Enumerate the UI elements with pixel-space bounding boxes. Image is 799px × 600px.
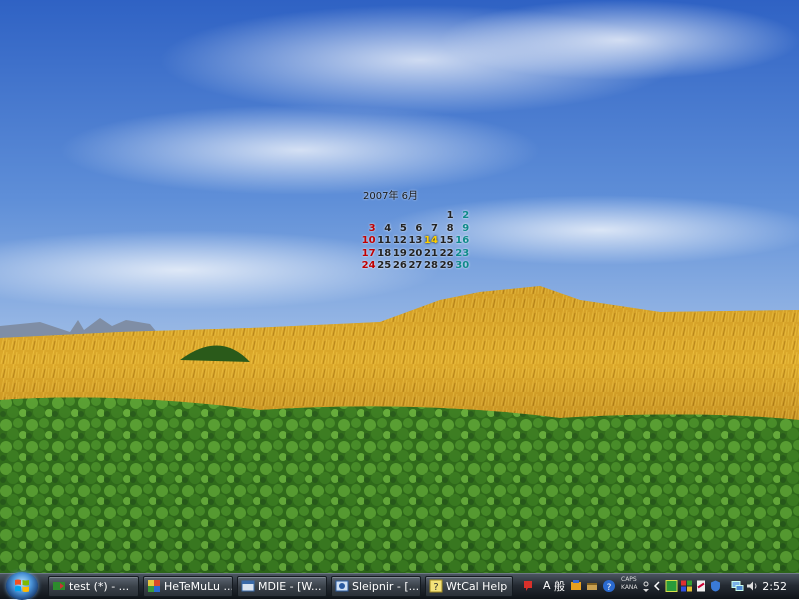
system-tray: A 般 ? CAPS KANA 2:52 (519, 575, 799, 599)
kana-label: KANA (621, 584, 638, 591)
calendar-day: 13 (408, 235, 423, 246)
task-label: test (*) - ... (69, 580, 130, 593)
calendar-day: 8 (446, 222, 454, 234)
taskbar-button-wtcal-help[interactable]: ? WtCal Help (425, 576, 513, 597)
calendar-day: 4 (384, 222, 392, 234)
calendar-day: 3 (368, 222, 376, 234)
calendar-day (422, 210, 438, 223)
security-shield-icon[interactable] (710, 579, 721, 593)
calendar-week-row: 10 11 12 13 14 15 16 (360, 235, 469, 248)
calendar-day: 19 (392, 247, 407, 259)
sleipnir-icon (335, 580, 349, 592)
taskbar-button-mdie[interactable]: MDIE - [W... (237, 576, 327, 597)
calendar-day: 5 (399, 222, 407, 234)
calendar-day (376, 210, 392, 223)
ime-tool-icon[interactable] (585, 579, 599, 593)
calendar-day: 22 (439, 247, 454, 259)
calendar-week-row: 12 (360, 210, 470, 223)
calendar-title: 2007年 6月 (363, 191, 418, 202)
task-label: MDIE - [W... (258, 580, 322, 593)
editor-icon (53, 582, 65, 590)
calendar-day: 25 (377, 260, 392, 271)
document-app-icon[interactable] (695, 579, 707, 593)
ime-dictionary-icon[interactable] (569, 579, 583, 593)
calendar-week-row: 3456789 (360, 222, 470, 236)
calendar-day: 14 (424, 235, 438, 246)
calendar-day: 7 (431, 222, 438, 234)
calendar-day: 18 (377, 247, 392, 259)
help-icon: ? (429, 579, 443, 593)
taskbar-button-sleipnir[interactable]: Sleipnir - [... (331, 576, 421, 597)
calendar-day: 10 (361, 235, 376, 246)
calendar-day: 1 (446, 210, 454, 221)
ime-options-icon[interactable] (641, 579, 651, 593)
calendar-day: 28 (424, 260, 438, 271)
clock[interactable]: 2:52 (762, 580, 787, 593)
task-label: WtCal Help (446, 580, 508, 593)
calendar-day: 12 (392, 235, 407, 246)
taskbar: test (*) - ... HeTeMuLu ... MDIE - [W... (0, 572, 799, 600)
calendar-day: 21 (424, 247, 438, 259)
calendar-day: 16 (455, 235, 470, 246)
calendar-day: 9 (462, 222, 470, 234)
calendar-day: 26 (392, 260, 407, 271)
calendar-day: 30 (455, 260, 470, 271)
chevron-left-icon[interactable] (653, 579, 661, 593)
calendar-day: 6 (415, 222, 423, 234)
monitor-app-icon[interactable] (665, 579, 678, 593)
calendar-day: 23 (455, 247, 470, 259)
ime-help-icon[interactable]: ? (602, 579, 616, 593)
network-icon[interactable] (731, 579, 744, 593)
mdie-icon (241, 580, 255, 592)
calendar-day: 11 (377, 235, 392, 246)
calendar-day: 2 (462, 210, 470, 221)
calendar-day (391, 210, 407, 223)
start-button[interactable] (6, 572, 38, 600)
desktop-wallpaper (0, 0, 799, 573)
taskbar-button-test[interactable]: test (*) - ... (48, 576, 139, 597)
svg-text:?: ? (607, 583, 612, 593)
svg-text:?: ? (433, 582, 438, 593)
ime-kanji-indicator[interactable]: 般 (554, 578, 565, 594)
windows-logo-icon (15, 579, 29, 592)
calendar-day (360, 210, 376, 223)
calendar-day (407, 210, 423, 223)
color-grid-icon[interactable] (680, 579, 693, 593)
ime-mode-indicator[interactable]: A (543, 579, 551, 592)
calendar-day: 24 (361, 260, 376, 271)
volume-icon[interactable] (746, 579, 758, 593)
hetemulu-icon (148, 580, 160, 592)
taskbar-button-hetemulu[interactable]: HeTeMuLu ... (143, 576, 233, 597)
calendar-day: 29 (439, 260, 454, 271)
calendar-day: 27 (408, 260, 423, 271)
calendar-week-row: 17 18 19 20 21 22 23 (360, 248, 469, 261)
calendar-day: 17 (361, 247, 376, 259)
calendar-day: 20 (408, 247, 423, 259)
language-bar-icon[interactable] (521, 579, 535, 593)
caps-label: CAPS (621, 576, 637, 583)
calendar-week-row: 24 25 26 27 28 29 30 (360, 260, 469, 273)
calendar-day: 15 (439, 235, 454, 246)
task-label: Sleipnir - [... (352, 580, 420, 593)
calendar-grid: 1 2 3 4 5 6 7 8 9 10 11 12 13 14 15 16 17 18 19 20 21 22 23 24 2… (360, 210, 469, 273)
caps-kana-indicator: CAPS KANA (621, 576, 638, 592)
task-label: HeTeMuLu ... (164, 580, 233, 593)
